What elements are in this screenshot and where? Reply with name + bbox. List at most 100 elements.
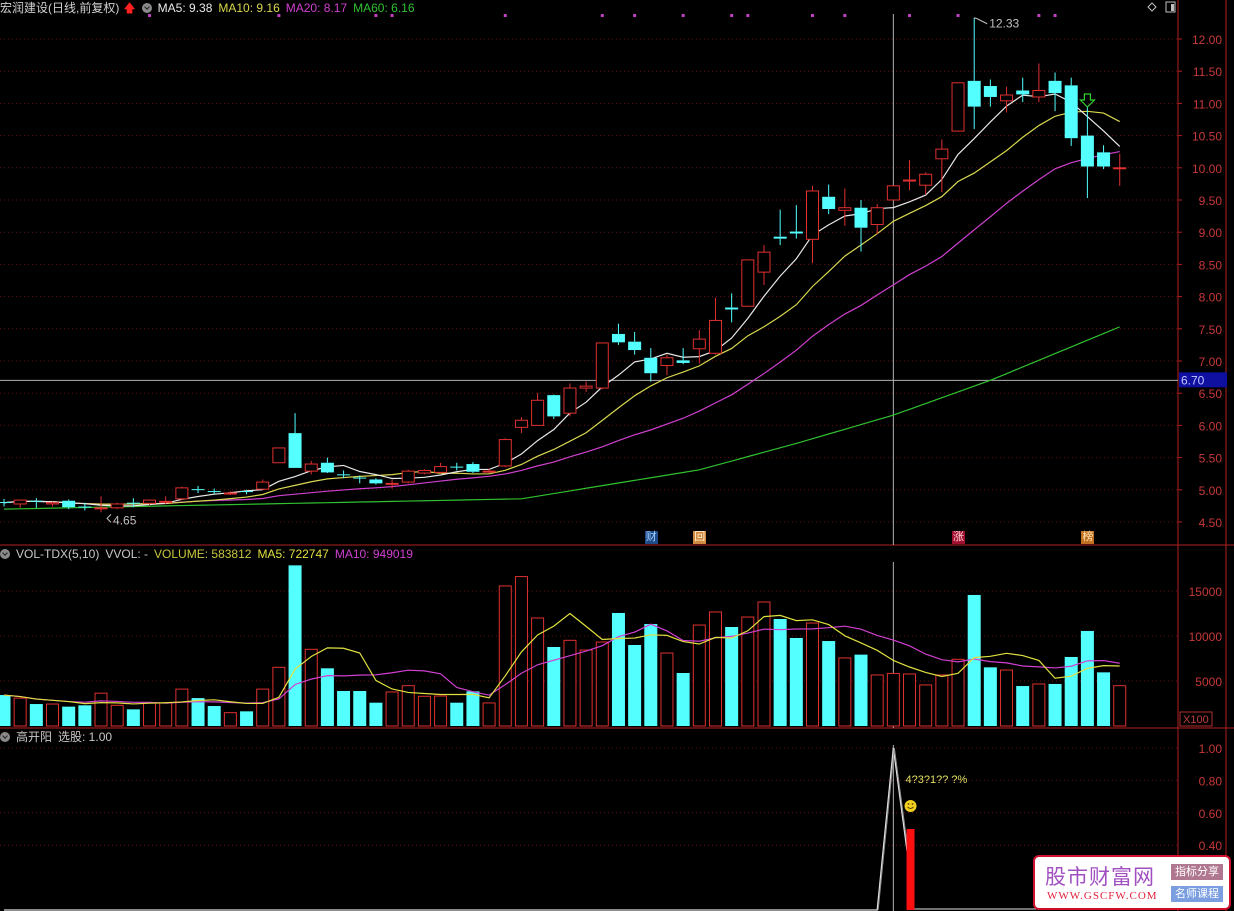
candle-body	[159, 500, 173, 503]
price-tick-label: 8.00	[1199, 291, 1223, 305]
ma60-line	[3, 326, 1120, 510]
candle-body	[353, 477, 367, 479]
volume-bar	[806, 622, 819, 727]
volume-bar	[385, 691, 399, 727]
candle	[886, 185, 900, 201]
volume-bar	[611, 612, 625, 726]
stock-chart[interactable]: 12.00 11.50 11.00 10.50 10.00 9.50 9.00 8.50 8.0…	[0, 0, 1234, 911]
ma5-value: MA5: 9.38	[157, 1, 213, 15]
candle-body	[304, 463, 318, 472]
volume-bar	[62, 706, 76, 726]
volume-bar	[498, 585, 512, 727]
volume-bar	[450, 702, 464, 726]
volume-bar	[660, 652, 674, 727]
candle-body	[29, 500, 43, 502]
candle-body	[579, 385, 593, 389]
volume-bar	[1097, 672, 1111, 726]
indicator-value: 选股: 1.00	[58, 730, 113, 744]
signal-dot	[843, 14, 847, 17]
candle-body	[401, 470, 415, 483]
event-marker-tag[interactable]: 涨	[952, 531, 966, 544]
candle-body	[1032, 90, 1046, 98]
candle-body	[757, 251, 771, 273]
sell-arrow-icon	[1078, 93, 1096, 108]
volume-bar	[676, 672, 690, 726]
high-pointer	[974, 17, 988, 25]
volume-bar	[595, 641, 609, 727]
candle-body	[223, 492, 237, 495]
price-tick-label: 6.50	[1199, 387, 1223, 401]
candle-body	[967, 80, 981, 107]
dropdown-circle-icon[interactable]	[0, 732, 10, 742]
candle-body	[110, 503, 124, 509]
ma20-value: MA20: 8.17	[285, 1, 348, 15]
candle	[434, 462, 448, 474]
indicator-tick-label: 1.00	[1199, 742, 1223, 756]
candle	[903, 160, 917, 191]
candle-body	[482, 470, 496, 473]
candle-body	[741, 259, 755, 307]
price-tick-label: 10.50	[1192, 130, 1222, 144]
volume-indicator-name[interactable]: VOL-TDX(5,10)	[16, 547, 99, 561]
candle-body	[191, 489, 205, 491]
candle	[498, 438, 512, 468]
candle-body	[450, 466, 464, 468]
stock-title[interactable]: 宏润建设(日线,前复权)	[0, 1, 119, 15]
candle-body	[886, 185, 900, 201]
event-marker-tag[interactable]: 财	[644, 531, 658, 544]
candle-body	[434, 466, 448, 473]
volume-bar	[434, 695, 448, 727]
candle	[983, 79, 997, 107]
smiley-icon	[904, 800, 917, 812]
ma10-line	[3, 110, 1121, 505]
volume-bar	[708, 611, 722, 727]
candle	[29, 498, 43, 508]
volume-bar	[1080, 630, 1094, 726]
candle	[175, 486, 189, 501]
candle	[822, 184, 836, 215]
candle	[110, 502, 124, 510]
volume-bar	[935, 674, 949, 727]
candle	[870, 203, 884, 235]
volume-bar	[482, 702, 496, 727]
indicator-name[interactable]: 高开阳	[16, 730, 52, 744]
candle	[628, 332, 642, 355]
candle	[547, 394, 561, 419]
candle-body	[951, 82, 965, 132]
candle	[773, 209, 787, 246]
candle-body	[62, 500, 76, 508]
indicator-tick-label: 0.60	[1199, 807, 1223, 821]
volume-bar	[773, 618, 787, 726]
candle	[660, 354, 674, 376]
event-marker-tag[interactable]: 回	[693, 531, 707, 544]
volume-bar	[466, 691, 480, 726]
volume-bar	[110, 704, 124, 727]
candle-body	[207, 491, 221, 493]
candle-body	[676, 360, 690, 363]
candle	[708, 297, 722, 355]
candle	[951, 82, 965, 132]
signal-dot	[1037, 14, 1041, 17]
watermark-badge-indicators: 指标分享	[1171, 864, 1223, 880]
candle-body	[595, 342, 609, 389]
volume-bar	[531, 617, 545, 727]
candle-body	[1064, 85, 1078, 139]
signal-dot	[746, 14, 750, 17]
volume-bar	[0, 695, 11, 726]
candle	[272, 447, 286, 464]
dropdown-circle-icon[interactable]	[0, 549, 10, 559]
volume-panel-header: VOL-TDX(5,10) VVOL: - VOLUME: 583812 MA5: 7…	[0, 546, 419, 562]
signal-dot	[503, 14, 507, 17]
signal-dot	[908, 14, 912, 17]
volume-bar	[886, 672, 900, 727]
price-tick-label: 11.50	[1193, 65, 1222, 79]
dropdown-circle-icon[interactable]	[141, 3, 152, 13]
candle-body	[563, 387, 577, 414]
event-marker-tag[interactable]: 榜	[1081, 531, 1095, 544]
candle	[369, 478, 383, 485]
price-tick-label: 4.50	[1199, 516, 1223, 530]
candle	[579, 381, 593, 392]
candle	[854, 200, 868, 252]
diamond-icon[interactable]	[1147, 2, 1157, 12]
candle-body	[789, 231, 803, 234]
